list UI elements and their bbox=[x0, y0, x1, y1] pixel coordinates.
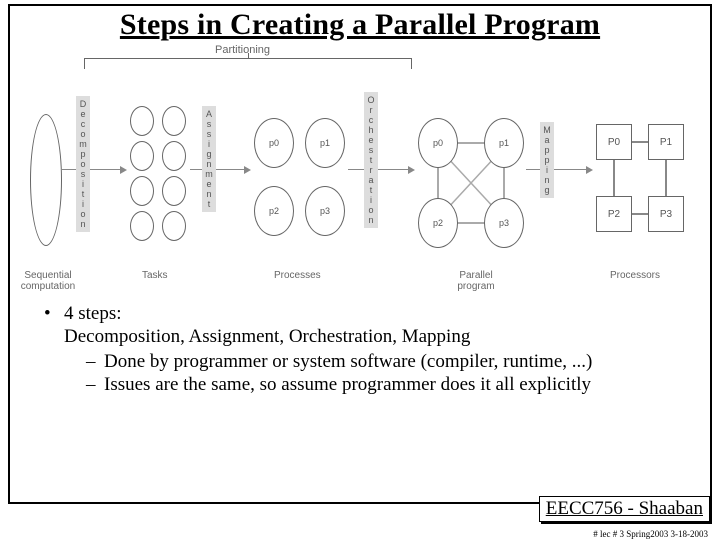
process-p1: p1 bbox=[305, 118, 345, 168]
parallel-p1: p1 bbox=[484, 118, 524, 168]
task-icon bbox=[130, 211, 154, 241]
arrow-shaft bbox=[526, 169, 540, 170]
ellipse-icon bbox=[30, 114, 62, 246]
processes-group: p0 p1 p2 p3 bbox=[254, 118, 346, 236]
label-processors: Processors bbox=[610, 270, 660, 281]
processor-P0: P0 bbox=[596, 124, 632, 160]
processors-group: P0 P1 P2 P3 bbox=[596, 124, 684, 232]
processor-P1: P1 bbox=[648, 124, 684, 160]
processor-P3: P3 bbox=[648, 196, 684, 232]
arrow-head-icon bbox=[586, 166, 593, 174]
label-parallel: Parallel program bbox=[446, 270, 506, 292]
mapping-label: Mapping bbox=[540, 122, 554, 198]
label-sequential: Sequential computation bbox=[18, 270, 78, 292]
footer-lecture-info: # lec # 3 Spring2003 3-18-2003 bbox=[593, 529, 708, 539]
task-icon bbox=[162, 211, 186, 241]
partitioning-bracket bbox=[84, 58, 412, 73]
process-p2: p2 bbox=[254, 186, 294, 236]
arrow-head-icon bbox=[120, 166, 127, 174]
assignment-label: Assignment bbox=[202, 106, 216, 212]
stage-area: Decomposition Assignm bbox=[30, 74, 690, 264]
arrow-shaft bbox=[190, 169, 202, 170]
arrow-shaft bbox=[348, 169, 364, 170]
cpu-line bbox=[630, 141, 650, 143]
body-text: • 4 steps: Decomposition, Assignment, Or… bbox=[44, 303, 682, 397]
dash-icon: – bbox=[86, 374, 104, 397]
arrow-shaft bbox=[554, 169, 586, 170]
sequential-computation bbox=[30, 114, 62, 246]
sub-bullet-text: Issues are the same, so assume programme… bbox=[104, 374, 591, 397]
process-p3: p3 bbox=[305, 186, 345, 236]
comm-line bbox=[456, 222, 486, 224]
arrow-shaft bbox=[62, 169, 76, 170]
sub-bullet: – Issues are the same, so assume program… bbox=[86, 374, 682, 397]
task-icon bbox=[162, 106, 186, 136]
task-icon bbox=[162, 141, 186, 171]
parallel-p3: p3 bbox=[484, 198, 524, 248]
cpu-line bbox=[665, 158, 667, 198]
steps-line: Decomposition, Assignment, Orchestration… bbox=[64, 326, 682, 349]
parallel-p2: p2 bbox=[418, 198, 458, 248]
tasks-group bbox=[130, 106, 188, 241]
bullet-4-steps: • 4 steps: bbox=[44, 303, 682, 326]
slide-title: Steps in Creating a Parallel Program bbox=[10, 8, 710, 42]
task-icon bbox=[130, 176, 154, 206]
diagram: Partitioning Decomposition bbox=[30, 44, 690, 299]
process-p0: p0 bbox=[254, 118, 294, 168]
sub-bullet-text: Done by programmer or system software (c… bbox=[104, 351, 592, 374]
task-icon bbox=[130, 141, 154, 171]
task-icon bbox=[162, 176, 186, 206]
label-processes: Processes bbox=[274, 270, 321, 281]
arrow-head-icon bbox=[408, 166, 415, 174]
parallel-p0: p0 bbox=[418, 118, 458, 168]
dash-icon: – bbox=[86, 351, 104, 374]
footer-course-box: EECC756 - Shaaban bbox=[539, 496, 710, 522]
arrow-shaft bbox=[378, 169, 408, 170]
slide-frame: Steps in Creating a Parallel Program Par… bbox=[8, 4, 712, 504]
bullet-dot-icon: • bbox=[44, 303, 64, 326]
sub-bullets: – Done by programmer or system software … bbox=[86, 351, 682, 398]
sub-bullet: – Done by programmer or system software … bbox=[86, 351, 682, 374]
task-icon bbox=[130, 106, 154, 136]
orchestration-label: Orchestration bbox=[364, 92, 378, 228]
decomposition-label: Decomposition bbox=[76, 96, 90, 232]
parallel-program-group: p0 p1 p2 p3 bbox=[418, 118, 524, 248]
comm-line bbox=[456, 142, 486, 144]
processor-P2: P2 bbox=[596, 196, 632, 232]
cpu-line bbox=[613, 158, 615, 198]
label-tasks: Tasks bbox=[142, 270, 168, 281]
arrow-shaft bbox=[216, 169, 244, 170]
arrow-shaft bbox=[90, 169, 120, 170]
arrow-head-icon bbox=[244, 166, 251, 174]
partitioning-label: Partitioning bbox=[215, 44, 270, 56]
cpu-line bbox=[630, 213, 650, 215]
bullet-text: 4 steps: bbox=[64, 303, 122, 326]
